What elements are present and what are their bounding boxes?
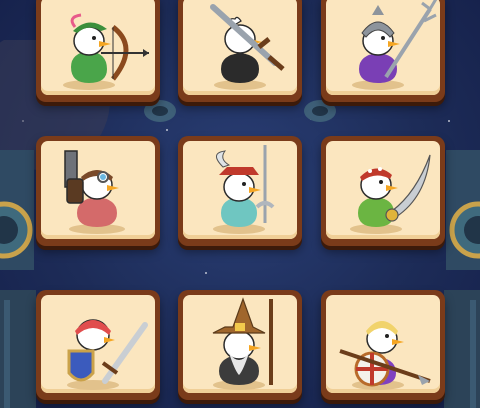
star — [205, 272, 207, 274]
trident-knight-duck-icon — [352, 0, 438, 90]
card-face — [183, 0, 297, 95]
character-card-pirate[interactable] — [321, 136, 445, 246]
card-face — [326, 295, 440, 393]
character-card-spearman[interactable] — [321, 290, 445, 400]
card-face — [183, 141, 297, 239]
spearman-duck-icon — [339, 321, 431, 390]
gunner-duck-icon — [64, 150, 125, 234]
archer-duck-icon — [63, 13, 149, 90]
pirate-duck-icon — [350, 154, 431, 234]
card-face — [41, 295, 155, 393]
star — [448, 120, 450, 122]
character-card-swordsman[interactable] — [178, 0, 302, 102]
card-face — [326, 0, 440, 95]
card-face — [41, 141, 155, 239]
star — [166, 129, 168, 131]
knight-duck-icon — [67, 319, 148, 390]
character-card-musketeer[interactable] — [178, 136, 302, 246]
musketeer-duck-icon — [213, 145, 275, 234]
game-screen — [0, 0, 480, 408]
character-card-gunner[interactable] — [36, 136, 160, 246]
left-machine-decoration — [0, 150, 36, 408]
character-card-archer[interactable] — [36, 0, 160, 102]
right-machine-decoration — [444, 150, 480, 408]
character-card-knight[interactable] — [36, 290, 160, 400]
character-card-wizard[interactable] — [178, 290, 302, 400]
wizard-duck-icon — [212, 297, 273, 390]
swordsman-duck-icon — [210, 4, 285, 90]
card-face — [41, 0, 155, 95]
character-card-trident-knight[interactable] — [321, 0, 445, 102]
card-face — [326, 141, 440, 239]
card-face — [183, 295, 297, 393]
